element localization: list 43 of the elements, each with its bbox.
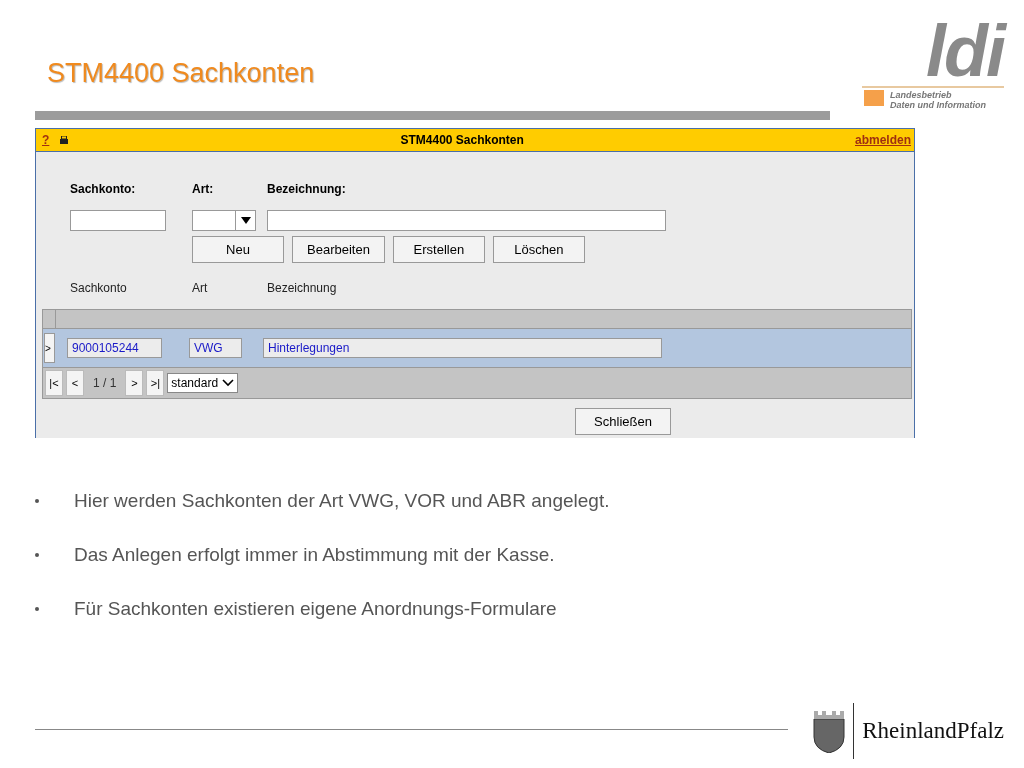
prev-page-button[interactable]: < [66, 370, 84, 396]
input-field[interactable] [267, 210, 666, 231]
bullet-icon [35, 607, 39, 611]
action-button[interactable]: Erstellen [392, 236, 485, 263]
coat-of-arms-icon [811, 709, 846, 753]
table-cell: VWG [189, 338, 242, 358]
table-row[interactable]: > 9000105244 VWG Hinterlegungen [43, 329, 911, 368]
type-dropdown[interactable] [192, 210, 256, 231]
slide-title: STM4400 Sachkonten [47, 58, 315, 89]
action-button[interactable]: Bearbeiten [292, 236, 385, 263]
row-marker[interactable]: > [44, 333, 55, 363]
app-title: STM4400 Sachkonten [399, 133, 525, 147]
logout-link[interactable]: abmelden [855, 133, 911, 147]
chevron-icon [222, 379, 235, 387]
logo-caption: Daten und Information [890, 100, 986, 110]
logo-letters: ldi [926, 18, 1004, 84]
bullet-text: Das Anlegen erfolgt immer in Abstimmung mit der Kasse. [74, 544, 555, 566]
field-label: Bezeichnung: [267, 182, 347, 196]
square-icon [864, 90, 884, 106]
printer-icon[interactable] [59, 135, 70, 145]
next-page-button[interactable]: > [125, 370, 144, 396]
page-indicator: 1 / 1 [92, 376, 118, 390]
table-cell: 9000105244 [67, 338, 162, 358]
table-cell: Hinterlegungen [263, 338, 662, 358]
field-label: Sachkonto: [70, 182, 137, 196]
column-header: Sachkonto [70, 281, 128, 295]
bullet-icon [35, 499, 39, 503]
help-link[interactable]: ? [42, 133, 50, 147]
column-header: Art [192, 281, 209, 295]
state-logo-text: RheinlandPfalz [862, 718, 1004, 744]
bullet-text: Für Sachkonten existieren eigene Anordnungs-Formulare [74, 598, 557, 620]
logo-caption: Landesbetrieb [890, 90, 953, 100]
bullet-text: Hier werden Sachkonten der Art VWG, VOR und ABR angelegt. [74, 490, 610, 512]
first-page-button[interactable]: |< [45, 370, 63, 396]
close-button[interactable]: Schließen [575, 408, 671, 435]
last-page-button[interactable]: >| [146, 370, 165, 396]
bullet-icon [35, 553, 39, 557]
field-label: Art: [192, 182, 215, 196]
input-field[interactable] [70, 210, 166, 231]
action-button[interactable]: Löschen [492, 236, 585, 263]
column-header: Bezeichnung [267, 281, 338, 295]
view-dropdown[interactable]: standard [167, 373, 239, 393]
action-button[interactable]: Neu [192, 236, 284, 263]
